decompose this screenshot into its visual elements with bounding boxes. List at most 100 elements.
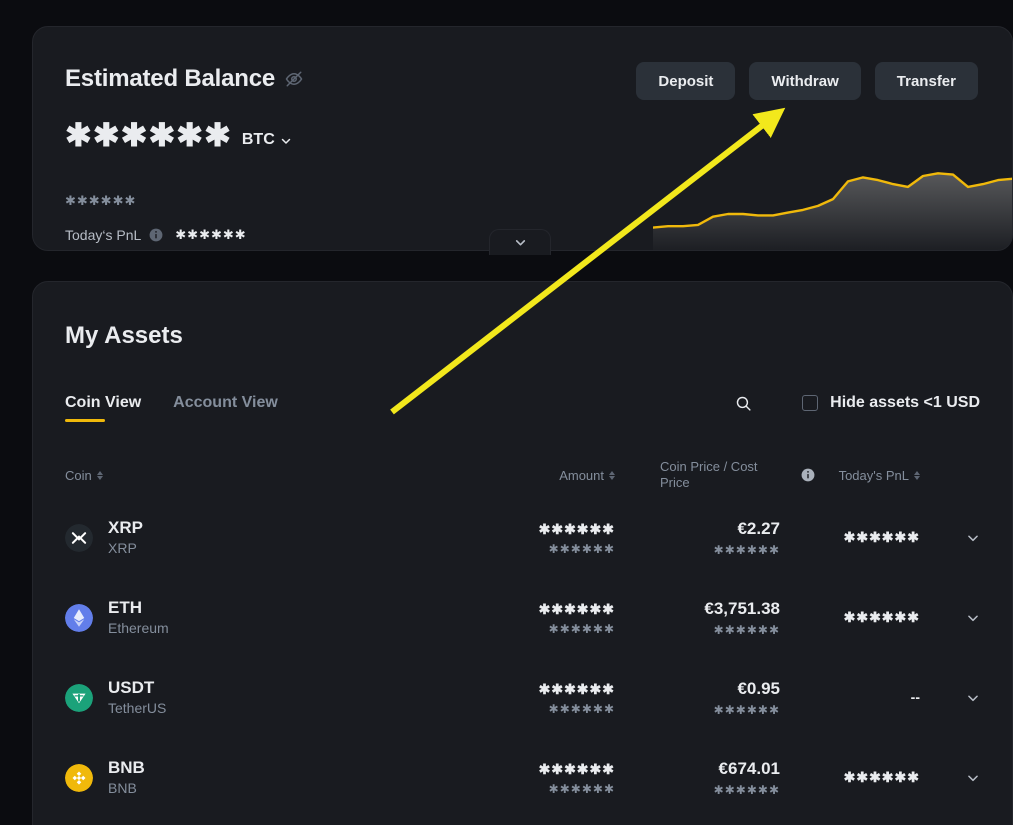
column-header-coin-label: Coin — [65, 467, 92, 483]
balance-sub-amount-masked: ✱✱✱✱✱✱ — [65, 193, 137, 208]
table-row[interactable]: XRP XRP ✱✱✱✱✱✱ ✱✱✱✱✱✱ €2.27 ✱✱✱✱✱✱ ✱✱✱✱✱… — [65, 498, 980, 578]
sort-icon — [96, 470, 103, 480]
row-expand-cell — [950, 691, 980, 705]
row-amount-value: ✱✱✱✱✱✱ — [538, 760, 615, 777]
row-coin-price: €0.95 — [737, 679, 780, 698]
row-coin-price: €3,751.38 — [704, 599, 780, 618]
row-coin-cell: BNB BNB — [65, 758, 505, 797]
row-coin-name: Ethereum — [108, 619, 169, 636]
row-amount-value: ✱✱✱✱✱✱ — [538, 600, 615, 617]
row-coin-name: TetherUS — [108, 699, 167, 716]
todays-pnl-value-masked: ✱✱✱✱✱✱ — [175, 227, 247, 242]
column-header-pnl-label: Today's PnL — [838, 467, 909, 483]
row-coin-name: BNB — [108, 779, 137, 796]
row-amount-subvalue: ✱✱✱✱✱✱ — [548, 541, 615, 556]
column-header-coin[interactable]: Coin — [65, 468, 505, 483]
deposit-button[interactable]: Deposit — [636, 62, 736, 100]
row-coin-symbol: XRP — [108, 518, 143, 538]
row-price-cell: €2.27 ✱✱✱✱✱✱ — [615, 519, 780, 557]
column-header-price-label: Coin Price / Cost Price — [660, 458, 758, 490]
chevron-down-icon[interactable] — [966, 611, 980, 625]
row-coin-price: €2.27 — [737, 519, 780, 538]
row-coin-cell: ETH Ethereum — [65, 598, 505, 637]
row-cost-price: ✱✱✱✱✱✱ — [713, 703, 780, 717]
row-coin-symbol: BNB — [108, 758, 145, 778]
column-header-price: Coin Price / Cost Price — [615, 459, 780, 492]
assets-tools: Hide assets <1 USD — [735, 394, 980, 412]
balance-unit-label: BTC — [241, 131, 275, 148]
row-coin-symbol: USDT — [108, 678, 155, 698]
hide-small-assets-checkbox[interactable] — [802, 395, 819, 411]
row-amount-cell: ✱✱✱✱✱✱ ✱✱✱✱✱✱ — [505, 761, 615, 796]
eth-icon — [65, 604, 93, 632]
row-amount-cell: ✱✱✱✱✱✱ ✱✱✱✱✱✱ — [505, 601, 615, 636]
xrp-icon — [65, 524, 93, 552]
row-price-cell: €3,751.38 ✱✱✱✱✱✱ — [615, 599, 780, 637]
row-pnl-value: -- — [910, 689, 920, 705]
row-pnl-cell: -- — [835, 689, 950, 707]
row-coin-cell: USDT TetherUS — [65, 678, 505, 717]
row-cost-price: ✱✱✱✱✱✱ — [713, 783, 780, 797]
row-amount-value: ✱✱✱✱✱✱ — [538, 520, 615, 537]
estimated-balance-card: Estimated Balance ✱✱✱✱✱✱ BTC ✱✱✱✱✱✱ Toda… — [32, 26, 1013, 251]
page-root: Estimated Balance ✱✱✱✱✱✱ BTC ✱✱✱✱✱✱ Toda… — [0, 0, 1013, 825]
transfer-button[interactable]: Transfer — [874, 62, 978, 100]
balance-actions: Deposit Withdraw Transfer — [636, 62, 978, 100]
balance-amount-masked: ✱✱✱✱✱✱ — [65, 117, 232, 153]
withdraw-button[interactable]: Withdraw — [749, 62, 861, 100]
chevron-down-icon[interactable] — [966, 531, 980, 545]
bnb-icon — [65, 764, 93, 792]
row-price-cell: €0.95 ✱✱✱✱✱✱ — [615, 679, 780, 717]
page-title: Estimated Balance — [65, 65, 276, 92]
search-button[interactable] — [735, 395, 752, 412]
assets-table-body: XRP XRP ✱✱✱✱✱✱ ✱✱✱✱✱✱ €2.27 ✱✱✱✱✱✱ ✱✱✱✱✱… — [65, 498, 980, 818]
row-amount-value: ✱✱✱✱✱✱ — [538, 680, 615, 697]
row-pnl-value: ✱✱✱✱✱✱ — [843, 529, 920, 545]
row-pnl-value: ✱✱✱✱✱✱ — [843, 609, 920, 625]
row-coin-price: €674.01 — [718, 759, 780, 778]
column-header-amount[interactable]: Amount — [505, 468, 615, 483]
row-expand-cell — [950, 531, 980, 545]
column-header-amount-label: Amount — [559, 467, 604, 483]
search-icon — [735, 395, 752, 412]
row-expand-cell — [950, 771, 980, 785]
chevron-down-icon[interactable] — [966, 771, 980, 785]
assets-view-tabs: Coin View Account View — [65, 394, 278, 422]
my-assets-card: My Assets Coin View Account View Hide as… — [32, 281, 1013, 825]
table-row[interactable]: BNB BNB ✱✱✱✱✱✱ ✱✱✱✱✱✱ €674.01 ✱✱✱✱✱✱ ✱✱✱… — [65, 738, 980, 818]
row-expand-cell — [950, 611, 980, 625]
info-icon[interactable] — [149, 228, 163, 242]
todays-pnl-label: Today‘s PnL — [65, 227, 142, 243]
row-coin-cell: XRP XRP — [65, 518, 505, 557]
table-row[interactable]: ETH Ethereum ✱✱✱✱✱✱ ✱✱✱✱✱✱ €3,751.38 ✱✱✱… — [65, 578, 980, 658]
chevron-down-icon[interactable] — [966, 691, 980, 705]
row-pnl-cell: ✱✱✱✱✱✱ — [835, 529, 950, 547]
balance-title-row: Estimated Balance — [65, 65, 303, 93]
tab-coin-view[interactable]: Coin View — [65, 394, 141, 422]
row-pnl-value: ✱✱✱✱✱✱ — [843, 769, 920, 785]
sort-icon — [914, 470, 920, 480]
assets-table: Coin Amount Coin Price / Cost Price Toda… — [65, 452, 980, 818]
chevron-down-icon — [515, 240, 525, 246]
row-coin-name: XRP — [108, 539, 137, 556]
collapse-balance-card-button[interactable] — [489, 229, 551, 255]
eye-off-icon[interactable] — [285, 70, 303, 88]
assets-table-header: Coin Amount Coin Price / Cost Price Toda… — [65, 452, 980, 498]
hide-small-assets-label: Hide assets <1 USD — [830, 394, 980, 411]
todays-pnl-row: Today‘s PnL ✱✱✱✱✱✱ — [65, 227, 247, 243]
row-amount-subvalue: ✱✱✱✱✱✱ — [548, 701, 615, 716]
row-cost-price: ✱✱✱✱✱✱ — [713, 623, 780, 637]
row-amount-cell: ✱✱✱✱✱✱ ✱✱✱✱✱✱ — [505, 681, 615, 716]
table-row[interactable]: USDT TetherUS ✱✱✱✱✱✱ ✱✱✱✱✱✱ €0.95 ✱✱✱✱✱✱… — [65, 658, 980, 738]
row-pnl-cell: ✱✱✱✱✱✱ — [835, 609, 950, 627]
column-header-pnl[interactable]: Today's PnL — [835, 468, 950, 483]
balance-trend-chart — [653, 172, 1012, 250]
row-amount-subvalue: ✱✱✱✱✱✱ — [548, 781, 615, 796]
row-pnl-cell: ✱✱✱✱✱✱ — [835, 769, 950, 787]
balance-unit-selector[interactable]: BTC — [242, 131, 292, 153]
hide-small-assets-toggle[interactable]: Hide assets <1 USD — [802, 394, 980, 412]
column-header-price-info[interactable] — [780, 468, 835, 482]
row-price-cell: €674.01 ✱✱✱✱✱✱ — [615, 759, 780, 797]
tab-account-view[interactable]: Account View — [173, 394, 278, 422]
balance-amount-row: ✱✱✱✱✱✱ BTC — [65, 119, 292, 153]
